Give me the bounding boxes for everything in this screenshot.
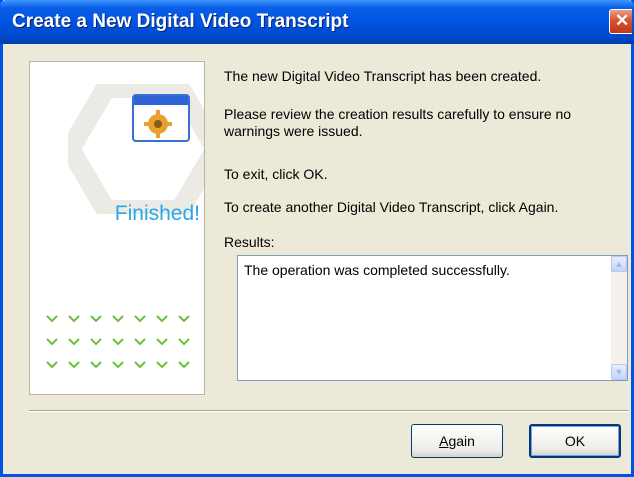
- chevron-icon: [178, 315, 190, 323]
- created-message: The new Digital Video Transcript has bee…: [224, 68, 542, 84]
- review-message-line2: warnings were issued.: [224, 123, 363, 139]
- scroll-down-icon[interactable]: ▼: [611, 364, 627, 380]
- results-label: Results:: [224, 234, 275, 250]
- chevron-icon: [68, 361, 80, 369]
- chevron-icon: [46, 315, 58, 323]
- chevron-row: [46, 338, 200, 361]
- wizard-dialog: Create a New Digital Video Transcript ✕ …: [0, 0, 634, 477]
- again-message: To create another Digital Video Transcri…: [224, 199, 559, 215]
- chevron-decoration: [46, 315, 200, 384]
- close-button[interactable]: ✕: [609, 9, 632, 34]
- title-bar[interactable]: Create a New Digital Video Transcript ✕: [0, 0, 634, 44]
- ok-button-label: OK: [564, 433, 586, 449]
- chevron-icon: [156, 315, 168, 323]
- again-button[interactable]: Again: [411, 424, 503, 458]
- chevron-icon: [178, 361, 190, 369]
- finished-label: Finished!: [114, 202, 200, 225]
- chevron-icon: [112, 361, 124, 369]
- results-text: The operation was completed successfully…: [244, 262, 510, 278]
- chevron-icon: [90, 361, 102, 369]
- chevron-icon: [134, 338, 146, 346]
- chevron-icon: [90, 315, 102, 323]
- chevron-row: [46, 315, 200, 338]
- chevron-icon: [178, 338, 190, 346]
- chevron-icon: [134, 315, 146, 323]
- scroll-up-icon[interactable]: ▲: [611, 256, 627, 272]
- chevron-icon: [46, 361, 58, 369]
- ok-button[interactable]: OK: [529, 424, 621, 458]
- chevron-icon: [112, 315, 124, 323]
- window-title: Create a New Digital Video Transcript: [12, 11, 349, 32]
- wizard-app-icon: [132, 94, 190, 142]
- results-textarea[interactable]: The operation was completed successfully…: [237, 255, 628, 381]
- again-button-label: gain: [448, 433, 475, 449]
- chevron-icon: [112, 338, 124, 346]
- chevron-icon: [156, 361, 168, 369]
- chevron-row: [46, 361, 200, 384]
- exit-message: To exit, click OK.: [224, 166, 328, 182]
- chevron-icon: [68, 315, 80, 323]
- chevron-icon: [156, 338, 168, 346]
- chevron-icon: [68, 338, 80, 346]
- chevron-icon: [134, 361, 146, 369]
- button-separator: [29, 410, 629, 412]
- review-message-line1: Please review the creation results caref…: [224, 106, 572, 122]
- results-scrollbar[interactable]: ▲ ▼: [611, 256, 627, 380]
- chevron-icon: [46, 338, 58, 346]
- chevron-icon: [90, 338, 102, 346]
- wizard-side-panel: Finished!: [29, 61, 205, 395]
- close-icon: ✕: [615, 11, 630, 30]
